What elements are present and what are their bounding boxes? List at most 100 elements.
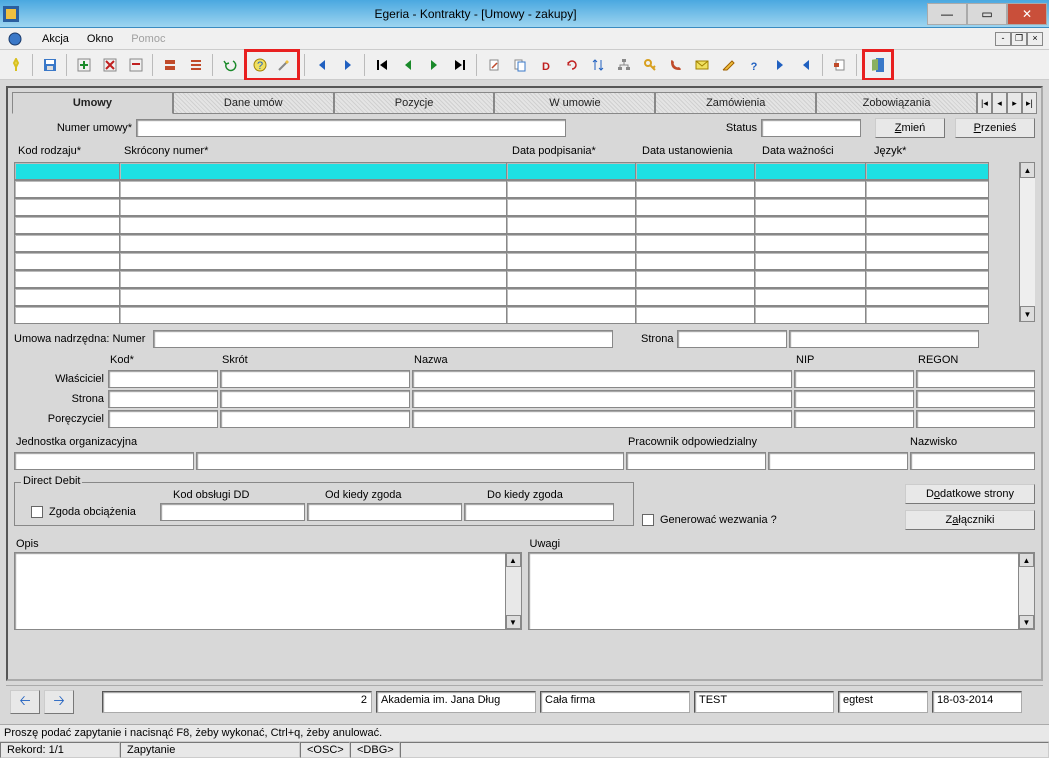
grid-scrollbar[interactable]: ▲ ▼ <box>1019 162 1035 322</box>
opis-textarea[interactable]: ▲▼ <box>14 552 522 630</box>
wlasciciel-skrot[interactable] <box>220 370 410 388</box>
tab-last-icon[interactable]: ▸| <box>1022 92 1037 114</box>
key-icon[interactable] <box>638 53 662 77</box>
tab-first-icon[interactable]: |◂ <box>977 92 992 114</box>
exit-icon[interactable] <box>866 53 890 77</box>
scroll-down-icon[interactable]: ▼ <box>1020 306 1035 322</box>
prev-rec-icon[interactable] <box>396 53 420 77</box>
refresh-icon[interactable] <box>560 53 584 77</box>
scroll-up-icon[interactable]: ▲ <box>506 553 521 567</box>
prev-icon[interactable] <box>310 53 334 77</box>
pracownik-input1[interactable] <box>626 452 766 470</box>
first-icon[interactable] <box>370 53 394 77</box>
zmien-button[interactable]: Zmień <box>875 118 945 138</box>
fwd-icon[interactable] <box>768 53 792 77</box>
tab-zamowienia[interactable]: Zamówienia <box>655 92 816 114</box>
table-row[interactable] <box>14 306 1019 324</box>
poreczyciel-regon[interactable] <box>916 410 1035 428</box>
nav-fwd-button[interactable]: 🡢 <box>44 690 74 714</box>
do-kiedy-input[interactable] <box>464 503 614 521</box>
menu-okno[interactable]: Okno <box>83 31 117 47</box>
jednostka-input1[interactable] <box>14 452 194 470</box>
close-button[interactable]: ✕ <box>1007 3 1047 25</box>
jednostka-input2[interactable] <box>196 452 624 470</box>
strona-nadrz-input2[interactable] <box>789 330 979 348</box>
tree-icon[interactable] <box>612 53 636 77</box>
pracownik-input2[interactable] <box>768 452 908 470</box>
d-icon[interactable]: D <box>534 53 558 77</box>
przenies-button[interactable]: Przenieś <box>955 118 1035 138</box>
clear-icon[interactable] <box>124 53 148 77</box>
wlasciciel-nazwa[interactable] <box>412 370 792 388</box>
table-row[interactable] <box>14 252 1019 270</box>
menu-akcja[interactable]: Akcja <box>38 31 73 47</box>
next-rec-icon[interactable] <box>422 53 446 77</box>
nav-back-button[interactable]: 🡠 <box>10 690 40 714</box>
back-icon[interactable] <box>794 53 818 77</box>
table-row[interactable] <box>14 234 1019 252</box>
table-row[interactable] <box>14 198 1019 216</box>
last-icon[interactable] <box>448 53 472 77</box>
zalaczniki-button[interactable]: Załączniki <box>905 510 1035 530</box>
tab-w-umowie[interactable]: W umowie <box>494 92 655 114</box>
undo-icon[interactable] <box>218 53 242 77</box>
strona-nazwa[interactable] <box>412 390 792 408</box>
strona-skrot[interactable] <box>220 390 410 408</box>
doc2-icon[interactable] <box>508 53 532 77</box>
strona-regon[interactable] <box>916 390 1035 408</box>
status-input[interactable] <box>761 119 861 137</box>
phone-icon[interactable] <box>664 53 688 77</box>
question-icon[interactable]: ? <box>742 53 766 77</box>
add-icon[interactable] <box>72 53 96 77</box>
mail-icon[interactable] <box>690 53 714 77</box>
tab-dane-umow[interactable]: Dane umów <box>173 92 334 114</box>
table-row[interactable] <box>14 270 1019 288</box>
strona-kod[interactable] <box>108 390 218 408</box>
wlasciciel-nip[interactable] <box>794 370 914 388</box>
mdi-close-button[interactable]: × <box>1027 32 1043 46</box>
strona-nip[interactable] <box>794 390 914 408</box>
mdi-minimize-button[interactable]: - <box>995 32 1011 46</box>
minimize-button[interactable]: — <box>927 3 967 25</box>
tab-prev-icon[interactable]: ◂ <box>992 92 1007 114</box>
zgoda-checkbox[interactable] <box>31 506 43 518</box>
delete-icon[interactable] <box>98 53 122 77</box>
doc3-icon[interactable] <box>828 53 852 77</box>
scroll-up-icon[interactable]: ▲ <box>1019 553 1034 567</box>
doc1-icon[interactable] <box>482 53 506 77</box>
tab-zobowiazania[interactable]: Zobowiązania <box>816 92 977 114</box>
kod-dd-input[interactable] <box>160 503 305 521</box>
sort-icon[interactable] <box>586 53 610 77</box>
edit-icon[interactable] <box>716 53 740 77</box>
list-icon[interactable] <box>184 53 208 77</box>
table-row[interactable] <box>14 216 1019 234</box>
scroll-down-icon[interactable]: ▼ <box>1019 615 1034 629</box>
poreczyciel-kod[interactable] <box>108 410 218 428</box>
generowac-checkbox[interactable] <box>642 514 654 526</box>
umowa-nadrzedna-input[interactable] <box>153 330 613 348</box>
tab-pozycje[interactable]: Pozycje <box>334 92 495 114</box>
tab-umowy[interactable]: Umowy <box>12 92 173 114</box>
table-row[interactable] <box>14 162 1019 180</box>
dodatkowe-strony-button[interactable]: Dodatkowe strony <box>905 484 1035 504</box>
help-icon[interactable]: ? <box>248 53 272 77</box>
mdi-restore-button[interactable]: ❐ <box>1011 32 1027 46</box>
next-icon[interactable] <box>336 53 360 77</box>
save-icon[interactable] <box>38 53 62 77</box>
poreczyciel-nazwa[interactable] <box>412 410 792 428</box>
poreczyciel-nip[interactable] <box>794 410 914 428</box>
wlasciciel-kod[interactable] <box>108 370 218 388</box>
wlasciciel-regon[interactable] <box>916 370 1035 388</box>
scroll-up-icon[interactable]: ▲ <box>1020 162 1035 178</box>
strona-nadrz-input1[interactable] <box>677 330 787 348</box>
maximize-button[interactable]: ▭ <box>967 3 1007 25</box>
form-icon[interactable] <box>158 53 182 77</box>
scroll-down-icon[interactable]: ▼ <box>506 615 521 629</box>
table-row[interactable] <box>14 288 1019 306</box>
wand-icon[interactable] <box>272 53 296 77</box>
menu-pomoc[interactable]: Pomoc <box>127 31 169 47</box>
uwagi-textarea[interactable]: ▲▼ <box>528 552 1036 630</box>
pin-icon[interactable] <box>4 53 28 77</box>
table-row[interactable] <box>14 180 1019 198</box>
tab-next-icon[interactable]: ▸ <box>1007 92 1022 114</box>
